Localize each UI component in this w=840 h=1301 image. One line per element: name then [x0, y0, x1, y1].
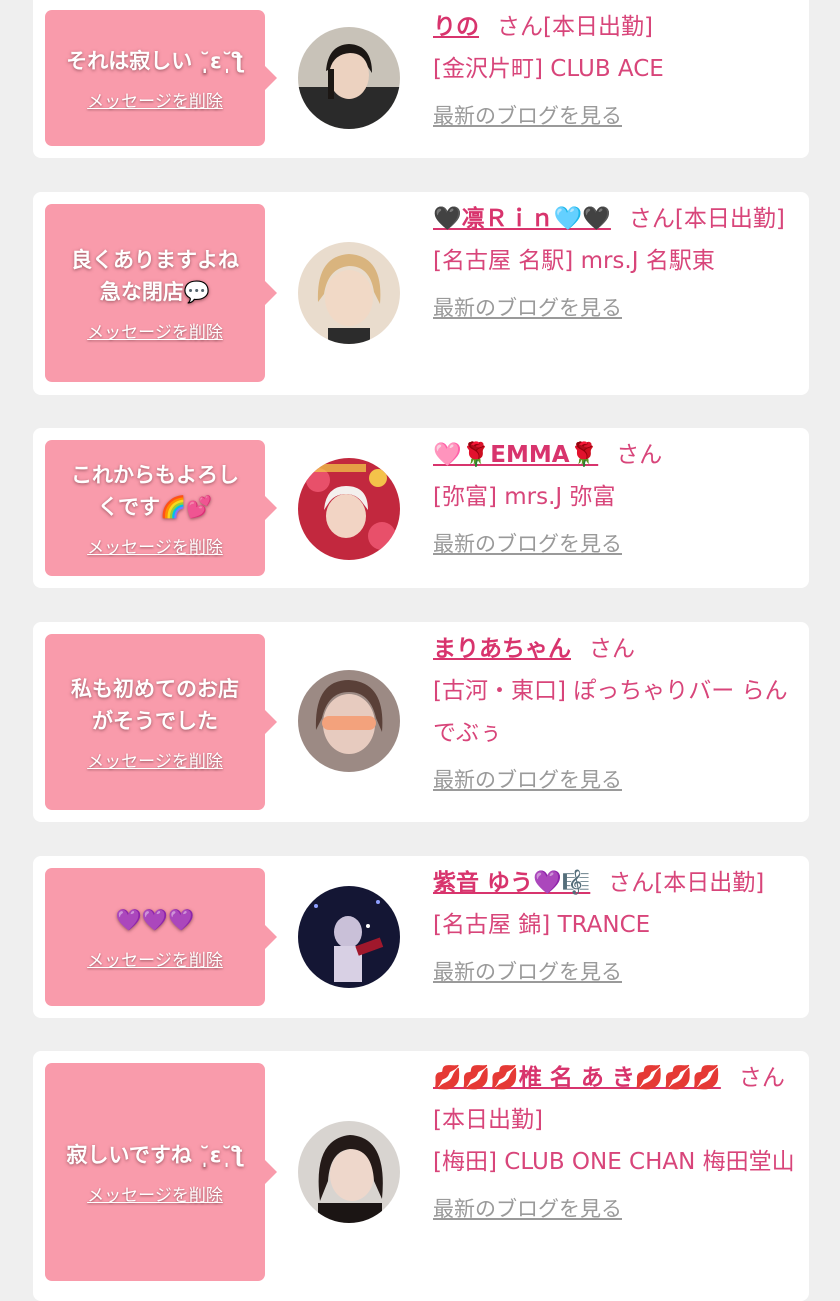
- avatar[interactable]: [298, 670, 400, 772]
- delete-message-link[interactable]: メッセージを削除: [87, 1181, 223, 1206]
- shop-name: [金沢片町] CLUB ACE: [433, 56, 664, 82]
- member-name-link[interactable]: 🩷🌹EMMA🌹: [433, 442, 598, 468]
- latest-blog-link[interactable]: 最新のブログを見る: [433, 528, 622, 560]
- message-text: 💜💜💜: [115, 907, 195, 932]
- latest-blog-link[interactable]: 最新のブログを見る: [433, 100, 622, 132]
- shop-name: [弥富] mrs.J 弥富: [433, 484, 616, 510]
- delete-message-link[interactable]: メッセージを削除: [87, 946, 223, 971]
- delete-message-link[interactable]: メッセージを削除: [87, 318, 223, 343]
- member-name-link[interactable]: りの: [433, 14, 479, 40]
- shop-name: [梅田] CLUB ONE CHAN 梅田堂山: [433, 1149, 795, 1175]
- message-bubble: これからもよろし くです🌈💕 メッセージを削除: [45, 440, 277, 576]
- delete-message-link[interactable]: メッセージを削除: [87, 747, 223, 772]
- message-card: 💜💜💜 メッセージを削除 紫音 ゆう💜🎼 さん[本日出勤] [名古屋 錦] TRA…: [33, 856, 809, 1018]
- avatar[interactable]: [298, 242, 400, 344]
- message-card: 良くありますよね 急な閉店💬 メッセージを削除 🖤凛Ｒｉｎ🩵🖤 さん[本日出勤] …: [33, 192, 809, 395]
- message-bubble: 良くありますよね 急な閉店💬 メッセージを削除: [45, 204, 277, 382]
- message-bubble: 💜💜💜 メッセージを削除: [45, 868, 277, 1006]
- latest-blog-link[interactable]: 最新のブログを見る: [433, 956, 622, 988]
- shop-name: [古河・東口] ぽっちゃりバー らんでぶぅ: [433, 678, 788, 746]
- member-status: さん: [616, 442, 663, 468]
- member-name-link[interactable]: 💋💋💋椎 名 あ き💋💋💋: [433, 1065, 721, 1091]
- member-info: 🖤凛Ｒｉｎ🩵🖤 さん[本日出勤] [名古屋 名駅] mrs.J 名駅東 最新のブロ…: [433, 198, 801, 324]
- delete-message-link[interactable]: メッセージを削除: [87, 87, 223, 112]
- message-text: 私も初めてのお店 がそうでした: [71, 676, 239, 733]
- latest-blog-link[interactable]: 最新のブログを見る: [433, 764, 622, 796]
- member-name-link[interactable]: まりあちゃん: [433, 636, 571, 662]
- member-info: 💋💋💋椎 名 あ き💋💋💋 さん[本日出勤] [梅田] CLUB ONE CHAN…: [433, 1057, 801, 1225]
- avatar[interactable]: [298, 1121, 400, 1223]
- delete-message-link[interactable]: メッセージを削除: [87, 533, 223, 558]
- message-card: 私も初めてのお店 がそうでした メッセージを削除 まりあちゃん さん [古河・東口…: [33, 622, 809, 822]
- avatar[interactable]: [298, 458, 400, 560]
- message-text: これからもよろし くです🌈💕: [71, 462, 239, 519]
- message-bubble: それは寂しい ˘̩̩̩ε˘̩ƪ メッセージを削除: [45, 10, 277, 146]
- latest-blog-link[interactable]: 最新のブログを見る: [433, 1193, 622, 1225]
- avatar[interactable]: [298, 27, 400, 129]
- message-list: それは寂しい ˘̩̩̩ε˘̩ƪ メッセージを削除 りの さん[本日出勤] [金沢片…: [0, 0, 840, 1301]
- member-info: 🩷🌹EMMA🌹 さん [弥富] mrs.J 弥富 最新のブログを見る: [433, 434, 801, 560]
- member-info: りの さん[本日出勤] [金沢片町] CLUB ACE 最新のブログを見る: [433, 6, 801, 132]
- member-status: さん[本日出勤]: [608, 870, 765, 896]
- message-card: それは寂しい ˘̩̩̩ε˘̩ƪ メッセージを削除 りの さん[本日出勤] [金沢片…: [33, 0, 809, 158]
- member-info: 紫音 ゆう💜🎼 さん[本日出勤] [名古屋 錦] TRANCE 最新のブログを見る: [433, 862, 801, 988]
- avatar[interactable]: [298, 886, 400, 988]
- member-name-link[interactable]: 紫音 ゆう💜🎼: [433, 870, 590, 896]
- member-name-link[interactable]: 🖤凛Ｒｉｎ🩵🖤: [433, 206, 611, 232]
- shop-name: [名古屋 錦] TRANCE: [433, 912, 651, 938]
- message-bubble: 私も初めてのお店 がそうでした メッセージを削除: [45, 634, 277, 810]
- member-status: さん[本日出勤]: [497, 14, 653, 40]
- message-text: それは寂しい ˘̩̩̩ε˘̩ƪ: [66, 48, 244, 73]
- member-info: まりあちゃん さん [古河・東口] ぽっちゃりバー らんでぶぅ 最新のブログを見る: [433, 628, 801, 796]
- message-text: 良くありますよね 急な閉店💬: [71, 247, 239, 304]
- message-card: これからもよろし くです🌈💕 メッセージを削除 🩷🌹EMMA🌹 さん [弥富] m…: [33, 428, 809, 588]
- member-status: さん: [589, 636, 635, 662]
- message-bubble: 寂しいですね ˘̩̩̩ε˘̩ƪ メッセージを削除: [45, 1063, 277, 1281]
- member-status: さん[本日出勤]: [628, 206, 785, 232]
- shop-name: [名古屋 名駅] mrs.J 名駅東: [433, 248, 715, 274]
- message-text: 寂しいですね ˘̩̩̩ε˘̩ƪ: [66, 1142, 244, 1167]
- latest-blog-link[interactable]: 最新のブログを見る: [433, 292, 622, 324]
- message-card: 寂しいですね ˘̩̩̩ε˘̩ƪ メッセージを削除 💋💋💋椎 名 あ き💋💋💋 さん…: [33, 1051, 809, 1301]
